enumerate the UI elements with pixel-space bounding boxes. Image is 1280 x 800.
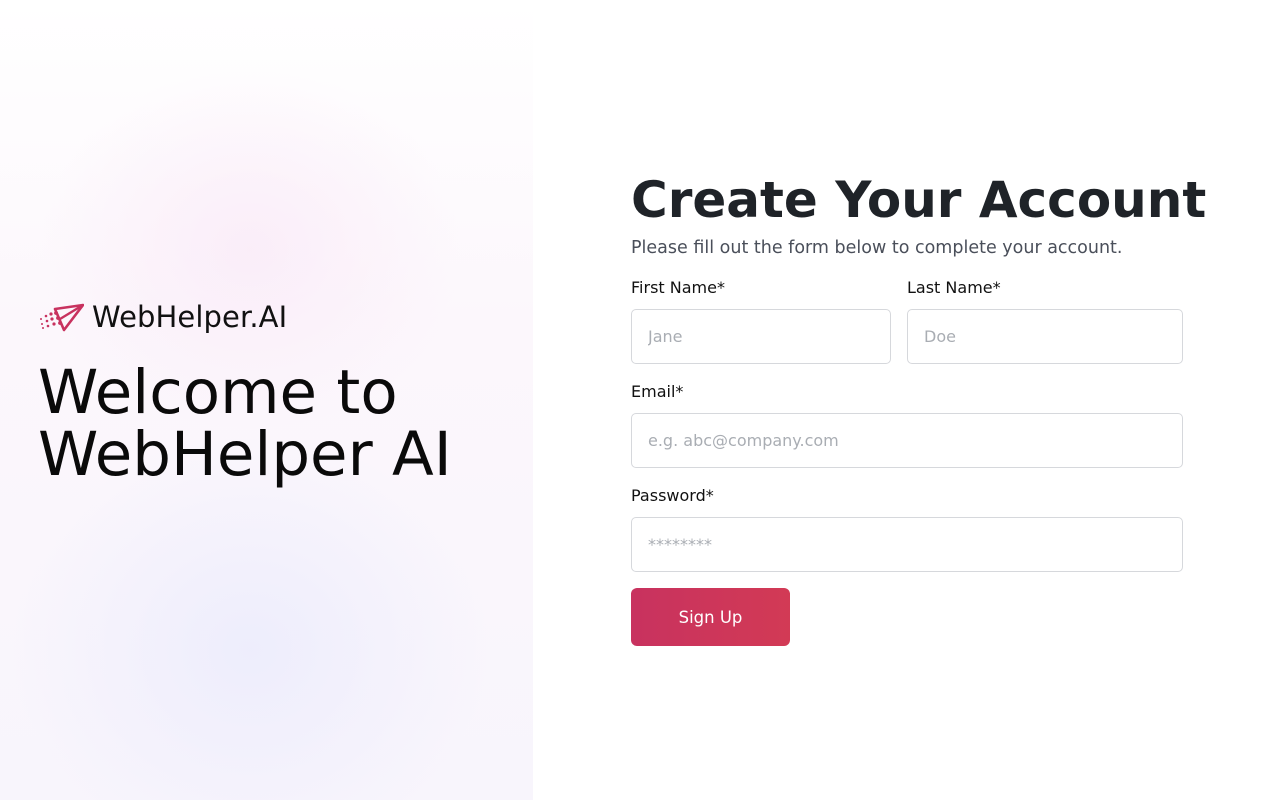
page-title: Create Your Account (631, 171, 1207, 229)
welcome-line-1: Welcome to (38, 357, 398, 428)
brand-name: WebHelper.AI (92, 299, 288, 334)
brand[interactable]: WebHelper.AI (38, 300, 287, 334)
first-name-input[interactable] (631, 309, 891, 364)
email-input[interactable] (631, 413, 1183, 468)
paper-plane-dots-icon (40, 303, 84, 332)
signup-form: Create Your Account Please fill out the … (631, 171, 1207, 646)
left-hero-panel: WebHelper.AI Welcome to WebHelper AI (0, 0, 533, 800)
password-input[interactable] (631, 517, 1183, 572)
sign-up-button[interactable]: Sign Up (631, 588, 790, 646)
name-row: First Name* Last Name* (631, 278, 1183, 364)
first-name-group: First Name* (631, 278, 891, 364)
welcome-line-2: WebHelper AI (38, 419, 452, 490)
last-name-label: Last Name* (907, 278, 1001, 297)
first-name-label: First Name* (631, 278, 725, 297)
email-group: Email* (631, 382, 1183, 468)
email-label: Email* (631, 382, 684, 401)
last-name-input[interactable] (907, 309, 1183, 364)
password-group: Password* (631, 486, 1183, 572)
page-subtitle: Please fill out the form below to comple… (631, 238, 1123, 258)
password-label: Password* (631, 486, 714, 505)
welcome-heading: Welcome to WebHelper AI (38, 362, 518, 486)
last-name-group: Last Name* (907, 278, 1183, 364)
